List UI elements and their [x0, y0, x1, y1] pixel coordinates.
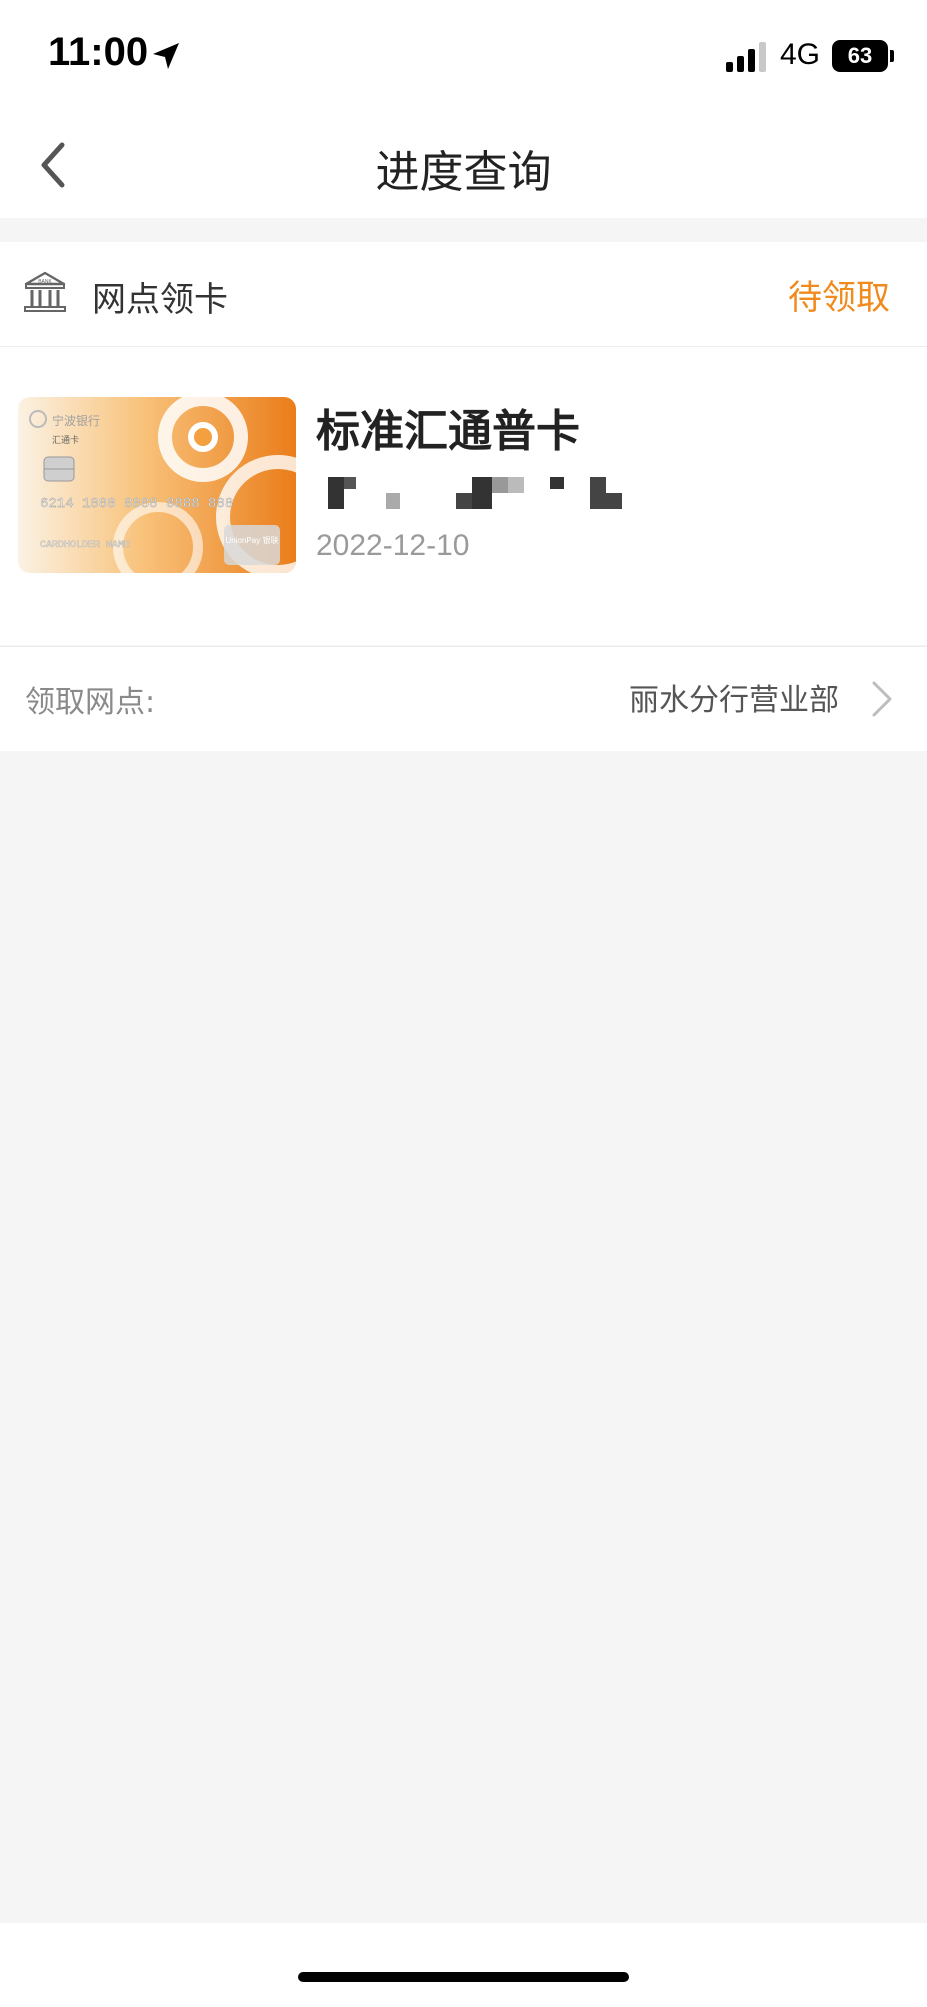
branch-label: 领取网点: — [25, 685, 156, 720]
location-arrow-icon — [153, 43, 179, 69]
svg-text:BANK: BANK — [38, 279, 52, 285]
bank-building-icon: BANK — [24, 271, 66, 312]
signal-bars-icon — [726, 42, 766, 72]
card-bank-name: 宁波银行 — [52, 413, 100, 428]
card-brand-name: 汇通卡 — [52, 434, 79, 446]
chevron-right-icon — [872, 681, 892, 717]
status-time: 11:00 — [48, 30, 149, 74]
battery-icon: 63 — [832, 40, 888, 72]
pickup-branch-row[interactable]: 领取网点: 丽水分行营业部 — [0, 646, 927, 751]
unionpay-logo: UnionPay 银联 — [226, 535, 279, 545]
card-info-section: 宁波银行 汇通卡 6214 1888 8888 8888 888 CARDHOL… — [0, 347, 927, 645]
card-holder-emboss: CARDHOLDER NAME — [40, 540, 130, 551]
home-indicator[interactable] — [298, 1972, 629, 1982]
redacted-card-number — [328, 477, 622, 509]
pickup-method-label: 网点领卡 — [92, 280, 228, 320]
page-title: 进度查询 — [375, 147, 552, 198]
battery-level: 63 — [847, 43, 873, 68]
pickup-method-row: BANK 网点领卡 待领取 — [0, 242, 927, 347]
bottom-safe-area — [0, 1923, 927, 2007]
apply-date: 2022-12-10 — [316, 529, 470, 562]
pickup-status-badge: 待领取 — [788, 278, 890, 318]
status-bar: 11:00 4G 63 — [0, 0, 927, 110]
card-number-emboss: 6214 1888 8888 8888 888 — [40, 496, 233, 512]
battery-nub — [890, 50, 894, 62]
network-type: 4G — [780, 38, 821, 71]
card-product-name: 标准汇通普卡 — [316, 406, 580, 457]
debit-card-image: 宁波银行 汇通卡 6214 1888 8888 8888 888 CARDHOL… — [18, 397, 296, 573]
navigation-bar: 进度查询 — [0, 110, 927, 218]
branch-value: 丽水分行营业部 — [629, 683, 839, 718]
